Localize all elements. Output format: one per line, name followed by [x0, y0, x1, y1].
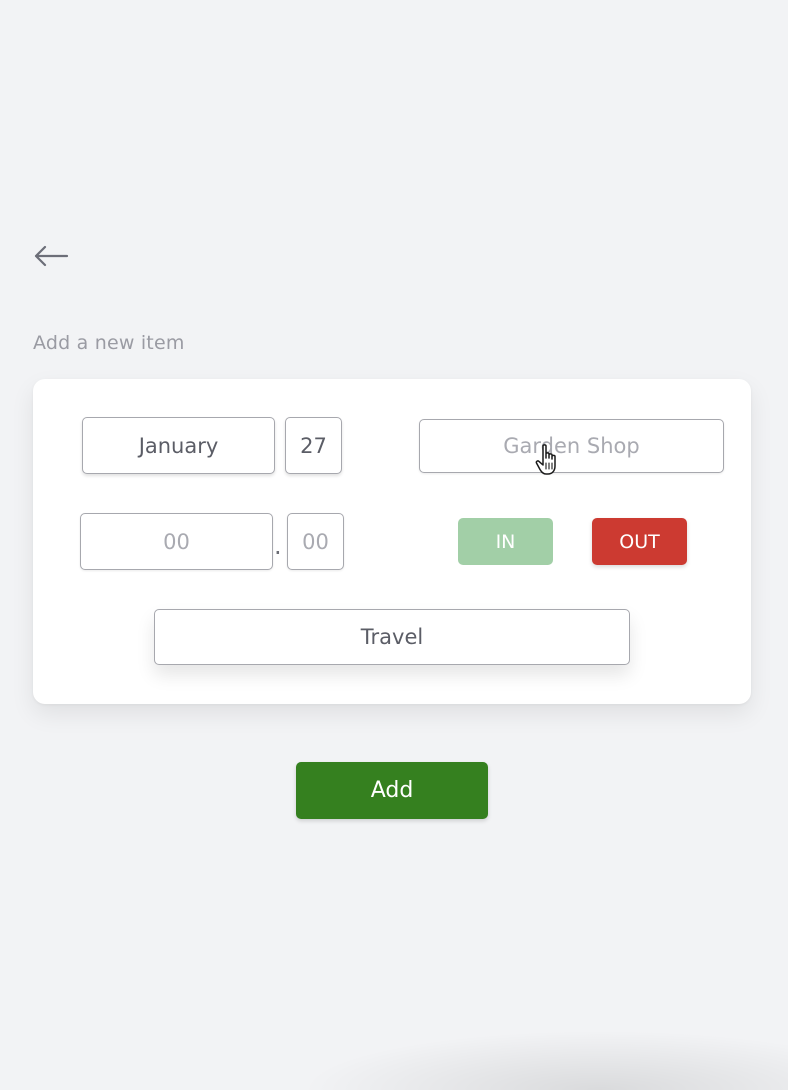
section-title: Add a new item [33, 332, 185, 354]
in-toggle-button[interactable]: IN [458, 518, 553, 565]
decimal-separator: . [274, 532, 282, 560]
bottom-shadow [300, 1030, 788, 1090]
out-toggle-button[interactable]: OUT [592, 518, 687, 565]
category-select[interactable]: Travel [154, 609, 630, 665]
month-field[interactable]: January [82, 417, 275, 474]
add-button[interactable]: Add [296, 762, 488, 819]
amount-major-input[interactable]: 00 [80, 513, 273, 570]
day-field[interactable]: 27 [285, 417, 342, 474]
new-item-card: January 27 Garden Shop 00 . 00 IN OUT Tr… [33, 379, 751, 704]
amount-minor-input[interactable]: 00 [287, 513, 344, 570]
arrow-left-icon [34, 245, 69, 267]
shop-input[interactable]: Garden Shop [419, 419, 724, 473]
back-button[interactable] [30, 238, 72, 274]
